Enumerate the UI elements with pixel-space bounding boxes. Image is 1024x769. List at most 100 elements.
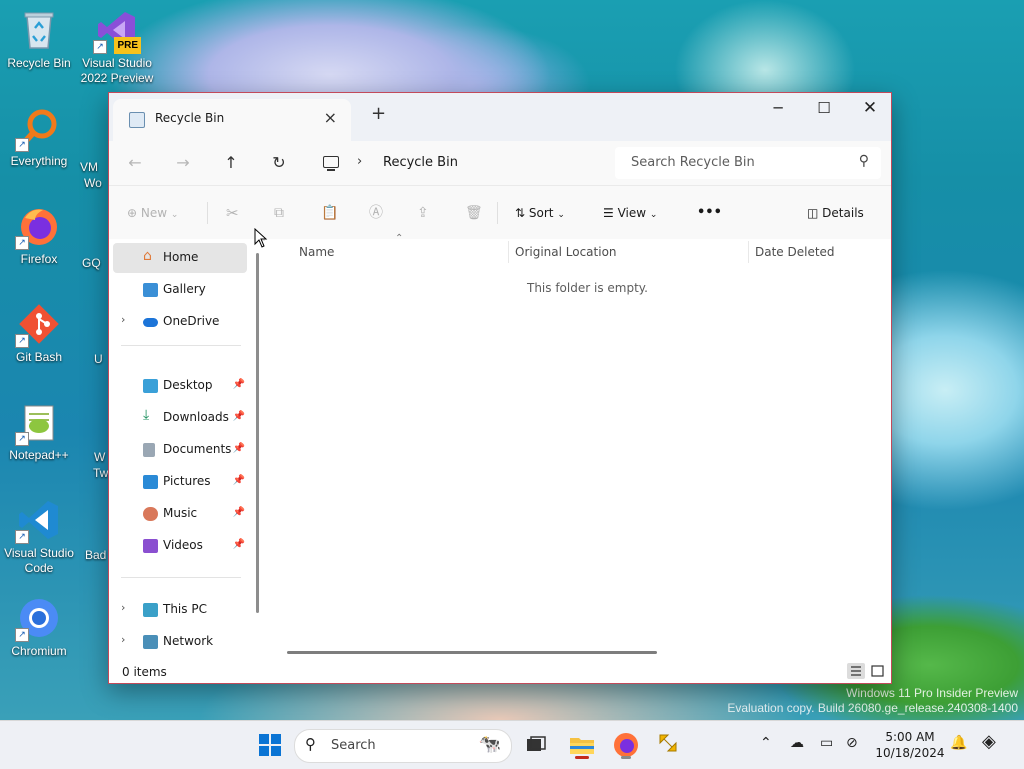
desktop-icon-vscode[interactable]: ↗ Visual Studio Code: [1, 498, 77, 576]
view-button[interactable]: ☰ View ⌄: [603, 201, 657, 225]
column-divider[interactable]: [748, 241, 749, 263]
column-header-original-location[interactable]: Original Location: [515, 245, 617, 259]
desktop-icon-recycle-bin[interactable]: Recycle Bin: [1, 8, 77, 71]
taskbar-search-box[interactable]: ⚲ Search 🐄: [294, 729, 512, 763]
onedrive-status-icon[interactable]: ☁: [790, 735, 804, 751]
rename-icon[interactable]: Ⓐ: [369, 201, 383, 225]
desktop-icon-label: Firefox: [20, 252, 58, 266]
desktop-icon-firefox[interactable]: ↗ Firefox: [1, 204, 77, 267]
preview-badge: PRE: [114, 37, 141, 54]
pin-icon[interactable]: 📌: [233, 411, 245, 422]
delete-icon[interactable]: 🗑: [465, 201, 483, 225]
sidebar-item-network[interactable]: › Network: [113, 627, 247, 657]
close-button[interactable]: ✕: [847, 93, 891, 123]
sidebar-item-videos[interactable]: Videos 📌: [113, 531, 247, 561]
start-icon[interactable]: [254, 729, 286, 761]
show-hidden-icons-chevron-icon[interactable]: ⌃: [760, 735, 772, 751]
desktop-icon-chromium[interactable]: ↗ Chromium: [1, 596, 77, 659]
search-highlight-icon: 🐄: [478, 734, 501, 755]
search-input[interactable]: Search Recycle Bin ⚲: [615, 147, 881, 179]
navigation-pane-scrollbar[interactable]: [256, 253, 259, 613]
watermark-build: Evaluation copy. Build 26080.ge_release.…: [727, 701, 1018, 715]
running-indicator: [621, 756, 631, 759]
plus-icon[interactable]: +: [371, 103, 386, 124]
column-divider[interactable]: [508, 241, 509, 263]
column-header-name[interactable]: Name: [299, 245, 334, 259]
desktop-icon-git-bash[interactable]: ↗ Git Bash: [1, 302, 77, 365]
up-arrow-icon[interactable]: ↑: [217, 151, 245, 175]
desktop-icon-label: Notepad++: [9, 448, 69, 462]
desktop-icon-notepad-plus-plus[interactable]: ↗ Notepad++: [1, 400, 77, 463]
chevron-right-icon[interactable]: ›: [357, 154, 362, 169]
sidebar-divider: [121, 577, 241, 578]
pin-icon[interactable]: 📌: [233, 507, 245, 518]
more-options-button[interactable]: •••: [697, 201, 722, 225]
this-pc-icon: [143, 603, 158, 617]
firefox-icon[interactable]: [610, 729, 642, 761]
pin-icon[interactable]: 📌: [233, 379, 245, 390]
forward-arrow-icon[interactable]: →: [169, 151, 197, 175]
minimize-button[interactable]: ─: [755, 93, 801, 123]
view-label: View: [617, 206, 647, 220]
task-view-icon[interactable]: [520, 729, 552, 761]
documents-icon: [143, 443, 155, 457]
chevron-right-icon[interactable]: ›: [121, 601, 125, 614]
column-header-date-deleted[interactable]: Date Deleted: [755, 245, 835, 259]
empty-folder-message: This folder is empty.: [527, 281, 648, 295]
sidebar-item-music[interactable]: Music 📌: [113, 499, 247, 529]
share-icon[interactable]: ⇪: [417, 201, 429, 225]
pin-icon[interactable]: 📌: [233, 443, 245, 454]
pin-icon[interactable]: 📌: [233, 539, 245, 550]
sidebar-item-gallery[interactable]: Gallery: [113, 275, 247, 305]
system-clock[interactable]: 5:00 AM 10/18/2024: [874, 729, 946, 761]
sidebar-item-pictures[interactable]: Pictures 📌: [113, 467, 247, 497]
recycle-bin-icon: [129, 112, 145, 128]
address-bar[interactable]: › Recycle Bin: [313, 147, 613, 179]
details-view-icon[interactable]: [847, 663, 865, 679]
file-explorer-window: Recycle Bin × + ─ ☐ ✕ ← → ↑ ↻ › Recycle …: [108, 92, 892, 684]
sidebar-item-label: This PC: [163, 602, 207, 616]
large-icons-view-icon[interactable]: [869, 663, 887, 679]
copy-icon[interactable]: ⧉: [274, 201, 284, 225]
partial-desktop-label: Bad: [85, 548, 107, 562]
new-button[interactable]: ⊕ New ⌄: [127, 201, 178, 225]
sidebar-item-label: Videos: [163, 538, 203, 552]
visual-studio-icon: PRE ↗: [93, 8, 141, 54]
network-status-icon[interactable]: ⊘: [846, 735, 858, 751]
close-tab-icon[interactable]: ×: [324, 108, 337, 127]
pin-icon[interactable]: 📌: [233, 475, 245, 486]
sidebar-item-label: Gallery: [163, 282, 206, 296]
chevron-right-icon[interactable]: ›: [121, 313, 125, 326]
notepad-icon: ↗: [15, 400, 61, 446]
refresh-icon[interactable]: ↻: [265, 151, 293, 175]
app-icon[interactable]: [654, 729, 686, 761]
tab-recycle-bin[interactable]: Recycle Bin ×: [113, 99, 351, 141]
view-icon: ☰: [603, 206, 614, 220]
sort-button[interactable]: ⇅ Sort ⌄: [515, 201, 565, 225]
copilot-icon[interactable]: ◈: [982, 731, 996, 752]
sidebar-item-onedrive[interactable]: › OneDrive: [113, 307, 247, 337]
paste-icon[interactable]: 📋: [321, 201, 338, 225]
shortcut-arrow-icon: ↗: [15, 138, 29, 152]
cut-icon[interactable]: ✂: [226, 201, 239, 225]
display-icon[interactable]: ▭: [820, 735, 833, 751]
sidebar-item-label: Network: [163, 634, 214, 648]
desktop-icon-everything[interactable]: ↗ Everything: [1, 106, 77, 169]
back-arrow-icon[interactable]: ←: [121, 151, 149, 175]
sidebar-item-this-pc[interactable]: › This PC: [113, 595, 247, 625]
horizontal-scrollbar[interactable]: [287, 651, 657, 654]
sidebar-item-desktop[interactable]: Desktop 📌: [113, 371, 247, 401]
breadcrumb-recycle-bin[interactable]: Recycle Bin: [383, 155, 458, 170]
taskbar-search-placeholder: Search: [331, 738, 376, 753]
sidebar-item-home[interactable]: ⌂ Home: [113, 243, 247, 273]
notification-bell-icon[interactable]: 🔔: [950, 735, 967, 751]
chevron-right-icon[interactable]: ›: [121, 633, 125, 646]
desktop-icon-visual-studio-preview[interactable]: PRE ↗ Visual Studio 2022 Preview: [79, 8, 155, 86]
shortcut-arrow-icon: ↗: [15, 432, 29, 446]
desktop-icon-label: Recycle Bin: [7, 56, 71, 70]
sidebar-item-documents[interactable]: Documents 📌: [113, 435, 247, 465]
details-pane-button[interactable]: ◫ Details: [807, 201, 864, 225]
sidebar-item-downloads[interactable]: ⤓ Downloads 📌: [113, 403, 247, 433]
file-explorer-icon[interactable]: [566, 729, 598, 761]
maximize-button[interactable]: ☐: [801, 93, 847, 123]
